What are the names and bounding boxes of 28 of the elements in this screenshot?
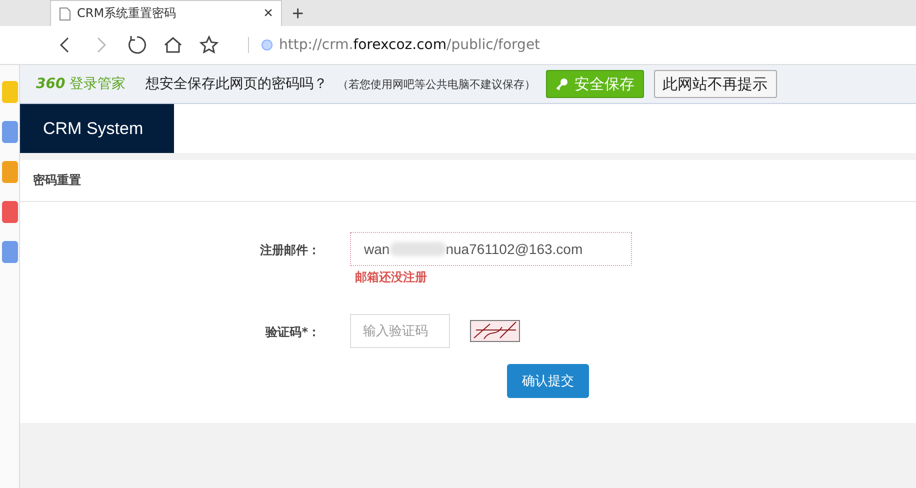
captcha-field[interactable]: 输入验证码: [350, 314, 450, 348]
save-password-question: 想安全保存此网页的密码吗？: [146, 75, 328, 93]
dismiss-button[interactable]: 此网站不再提示: [654, 70, 777, 98]
error-message: 邮箱还没注册: [355, 269, 428, 286]
email-field[interactable]: wan nua761102@163.com: [350, 232, 632, 266]
key-icon: [554, 77, 569, 91]
captcha-label: 验证码*：: [264, 324, 320, 341]
tab-close-button[interactable]: ×: [264, 4, 273, 22]
tab-title: CRM系统重置密码: [77, 5, 178, 22]
save-password-note: （若您使用网吧等公共电脑不建议保存）: [338, 76, 536, 92]
blurred-text: [390, 242, 446, 256]
submit-button[interactable]: 确认提交: [507, 364, 589, 398]
new-tab-button[interactable]: +: [282, 3, 314, 26]
sidebar-app-icon[interactable]: [2, 241, 18, 263]
app-logo: CRM System: [20, 104, 174, 153]
email-label: 注册邮件：: [259, 242, 320, 259]
captcha-drawing: [470, 320, 520, 342]
sidebar-app-icon[interactable]: [2, 201, 18, 223]
star-icon[interactable]: [198, 34, 220, 56]
panel-title: 密码重置: [20, 160, 916, 202]
sidebar-app-icon[interactable]: [2, 121, 18, 143]
site-icon: [261, 39, 273, 51]
brand-logo: 360 登录管家: [36, 75, 126, 93]
page-icon: [59, 6, 71, 20]
sidebar-app-icon[interactable]: [2, 161, 18, 183]
browser-tab[interactable]: CRM系统重置密码 ×: [50, 0, 282, 26]
reload-icon[interactable]: [126, 34, 148, 56]
home-icon[interactable]: [162, 34, 184, 56]
